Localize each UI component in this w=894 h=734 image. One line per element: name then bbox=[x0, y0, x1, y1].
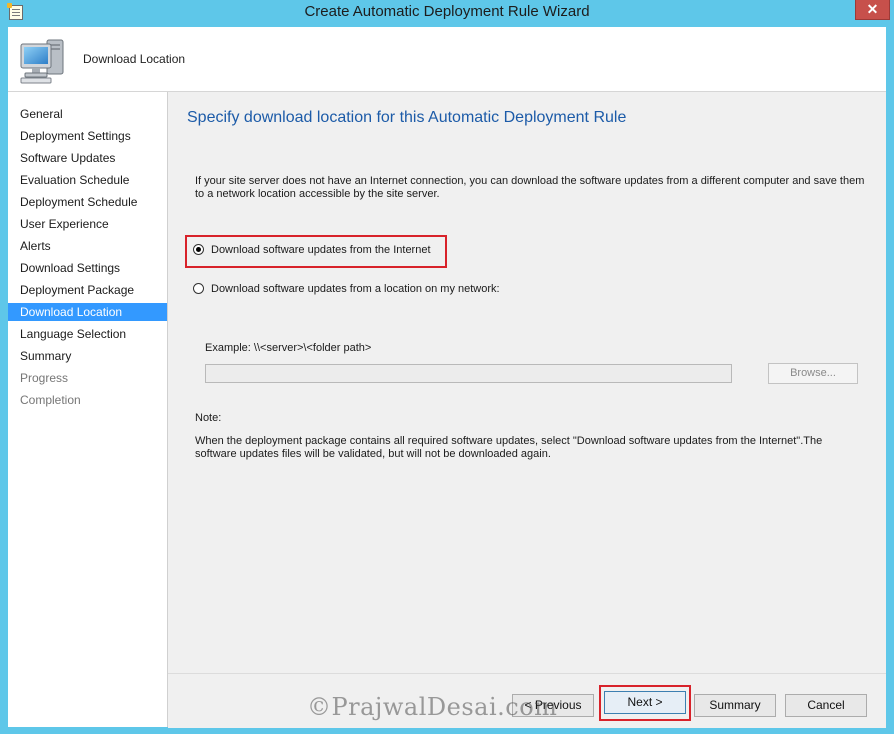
nav-item-download-location[interactable]: Download Location bbox=[8, 303, 167, 321]
nav-item-language-selection[interactable]: Language Selection bbox=[8, 325, 167, 343]
wizard-main-panel: Specify download location for this Autom… bbox=[168, 92, 886, 672]
note-label: Note: bbox=[195, 412, 222, 424]
page-title: Download Location bbox=[83, 52, 186, 66]
nav-item-progress: Progress bbox=[20, 371, 69, 385]
radio-label-network: Download software updates from a locatio… bbox=[211, 283, 500, 295]
wizard-window: Create Automatic Deployment Rule Wizard … bbox=[0, 0, 894, 734]
note-text: When the deployment package contains all… bbox=[195, 435, 823, 460]
radio-download-network[interactable]: Download software updates from a locatio… bbox=[193, 281, 500, 297]
radio-button-checked[interactable] bbox=[193, 243, 204, 255]
next-button[interactable]: Next > bbox=[604, 691, 686, 714]
wizard-nav: General Deployment Settings Software Upd… bbox=[8, 92, 168, 727]
network-path-input[interactable] bbox=[205, 364, 732, 383]
radio-button-unchecked[interactable] bbox=[193, 282, 204, 294]
nav-item-software-updates[interactable]: Software Updates bbox=[8, 149, 167, 167]
nav-item-summary[interactable]: Summary bbox=[8, 347, 167, 365]
nav-item-download-settings[interactable]: Download Settings bbox=[8, 259, 167, 277]
wizard-header: Download Location bbox=[8, 27, 886, 92]
browse-button[interactable]: Browse... bbox=[768, 363, 858, 384]
close-button[interactable]: ✕ bbox=[855, 0, 890, 20]
nav-item-deployment-settings[interactable]: Deployment Settings bbox=[8, 127, 167, 145]
nav-item-evaluation-schedule[interactable]: Evaluation Schedule bbox=[8, 171, 167, 189]
radio-download-internet[interactable]: Download software updates from the Inter… bbox=[193, 242, 431, 258]
description-text: If your site server does not have an Int… bbox=[195, 175, 865, 200]
nav-item-deployment-package[interactable]: Deployment Package bbox=[8, 281, 167, 299]
nav-item-deployment-schedule[interactable]: Deployment Schedule bbox=[8, 193, 167, 211]
radio-label-internet: Download software updates from the Inter… bbox=[211, 244, 431, 256]
window-title: Create Automatic Deployment Rule Wizard bbox=[304, 3, 590, 20]
nav-item-user-experience[interactable]: User Experience bbox=[8, 215, 167, 233]
section-heading: Specify download location for this Autom… bbox=[187, 109, 627, 126]
wizard-client-area: Download Location General Deployment Set… bbox=[8, 27, 886, 728]
cancel-button[interactable]: Cancel bbox=[785, 694, 867, 717]
summary-button[interactable]: Summary bbox=[694, 694, 776, 717]
nav-item-alerts[interactable]: Alerts bbox=[8, 237, 167, 255]
nav-item-general[interactable]: General bbox=[8, 105, 167, 123]
copyright-watermark: ©PrajwalDesai.com bbox=[307, 693, 558, 721]
nav-item-completion: Completion bbox=[20, 393, 81, 407]
title-bar[interactable]: Create Automatic Deployment Rule Wizard … bbox=[0, 0, 894, 26]
example-path-text: Example: \\<server>\<folder path> bbox=[205, 342, 372, 354]
computer-icon bbox=[20, 39, 64, 84]
